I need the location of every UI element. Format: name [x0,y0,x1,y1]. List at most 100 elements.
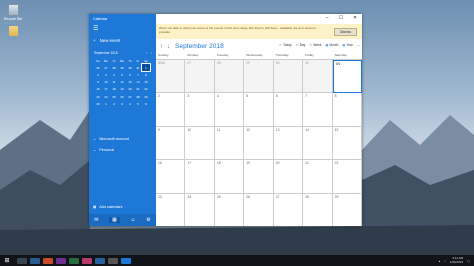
day-cell[interactable]: 21 [303,160,333,194]
desktop-icon-recycle-bin[interactable]: Recycle Bin [2,4,24,21]
day-cell[interactable]: 24 [185,193,215,226]
month-title[interactable]: September 2018 [175,43,224,50]
mini-day-cell[interactable]: 30 [126,64,134,71]
day-cell[interactable]: 6 [273,93,304,127]
mini-day-cell[interactable]: 12 [118,79,126,86]
day-cell[interactable]: 29 [332,193,362,226]
view-year[interactable]: ▦Year [342,43,352,47]
day-cell[interactable]: 15 [332,126,362,161]
day-cell[interactable]: 22 [332,160,362,194]
day-cell[interactable]: 23 [156,193,186,226]
mini-day-cell[interactable]: 3 [102,71,110,78]
desktop-icon-folder[interactable] [2,26,24,37]
app-icon[interactable] [43,257,53,264]
mini-day-cell[interactable]: 28 [110,64,118,71]
more-options-icon[interactable]: ⋯ [357,43,360,47]
dismiss-button[interactable]: Dismiss [333,28,357,37]
day-cell[interactable]: 28 [214,60,245,94]
view-week[interactable]: ▭Week [309,43,321,47]
account-microsoft[interactable]: ⌄ Microsoft account [93,136,129,142]
app-icon[interactable] [108,257,118,264]
mini-day-cell[interactable]: 8 [142,71,150,78]
mini-day-cell[interactable]: 1 [102,100,110,107]
mini-day-cell[interactable]: 27 [126,93,134,100]
close-icon[interactable]: ✕ [348,14,362,23]
mini-day-cell[interactable]: 10 [102,79,110,86]
day-cell[interactable]: 3 [185,93,215,127]
mini-day-cell[interactable]: 22 [142,86,150,93]
mini-day-cell[interactable]: 6 [142,100,150,107]
mini-day-cell[interactable]: 4 [126,100,134,107]
mini-day-cell[interactable]: 19 [118,86,126,93]
maximize-icon[interactable]: ☐ [334,14,348,23]
day-cell[interactable]: 4 [214,93,245,127]
day-cell[interactable]: 13 [273,126,304,161]
day-cell[interactable]: 9/1 [332,60,362,94]
mini-day-cell[interactable]: 4 [110,71,118,78]
day-cell[interactable]: 8/26 [156,60,186,94]
settings-icon[interactable]: ⚙ [146,217,150,223]
mini-day-cell[interactable]: 28 [134,93,142,100]
day-cell[interactable]: 9 [156,126,186,161]
add-calendars-button[interactable]: ▦ Add calendars [93,205,122,209]
people-icon[interactable]: ☺ [130,217,135,223]
mini-prev-arrow-icon[interactable]: ↑ [146,51,148,55]
mini-day-cell[interactable]: 20 [126,86,134,93]
day-cell[interactable]: 2 [156,93,186,127]
search-icon[interactable] [17,257,27,264]
mini-day-cell[interactable]: 2 [110,100,118,107]
mini-day-cell[interactable]: 26 [118,93,126,100]
day-cell[interactable]: 5 [244,93,274,127]
mini-day-cell[interactable]: 14 [134,79,142,86]
day-cell[interactable]: 7 [303,93,333,127]
day-cell[interactable]: 11 [214,126,245,161]
view-month[interactable]: ▦Month [325,43,338,47]
hamburger-menu-icon[interactable]: ☰ [93,26,98,32]
mail-icon[interactable]: ✉ [94,217,98,223]
day-cell[interactable]: 31 [303,60,333,94]
mini-day-cell[interactable]: 27 [102,64,110,71]
mini-day-cell[interactable]: 31 [134,64,142,71]
account-personal[interactable]: ⌄ Personal [93,147,114,153]
day-cell[interactable]: 16 [156,160,186,194]
app-icon[interactable] [56,257,66,264]
mini-next-arrow-icon[interactable]: ↓ [150,51,152,55]
mini-day-cell[interactable]: 26 [94,64,102,71]
mini-day-cell[interactable]: 17 [102,86,110,93]
mini-day-cell[interactable]: 24 [102,93,110,100]
day-cell[interactable]: 27 [185,60,215,94]
day-cell[interactable]: 19 [244,160,274,194]
day-cell[interactable]: 27 [273,193,304,226]
day-cell[interactable]: 14 [303,126,333,161]
mini-day-cell[interactable]: 5 [134,100,142,107]
mini-day-cell[interactable]: 5 [118,71,126,78]
volume-icon[interactable]: ♪ [444,259,446,263]
day-cell[interactable]: 26 [244,193,274,226]
day-cell[interactable]: 20 [273,160,304,194]
mini-day-cell[interactable]: 13 [126,79,134,86]
day-cell[interactable]: 30 [273,60,304,94]
mini-day-cell[interactable]: 11 [110,79,118,86]
next-arrow-icon[interactable]: ↓ [167,44,170,50]
day-cell[interactable]: 28 [303,193,333,226]
view-today[interactable]: ▭Today [279,43,292,47]
view-day[interactable]: ▭Day [296,43,306,47]
app-icon[interactable] [95,257,105,264]
mini-day-cell[interactable]: 30 [94,100,102,107]
previous-arrow-icon[interactable]: ↑ [160,44,163,50]
mini-day-cell[interactable]: 21 [134,86,142,93]
mini-day-cell[interactable]: 7 [134,71,142,78]
mini-day-cell[interactable]: 15 [142,79,150,86]
notifications-icon[interactable]: ▢ [467,259,470,263]
app-icon[interactable] [69,257,79,264]
mini-day-cell[interactable]: 23 [94,93,102,100]
day-cell[interactable]: 25 [214,193,245,226]
day-cell[interactable]: 17 [185,160,215,194]
mini-day-cell[interactable]: 16 [94,86,102,93]
mini-day-cell[interactable]: 25 [110,93,118,100]
app-icon[interactable] [82,257,92,264]
network-icon[interactable]: ▴ [439,259,441,263]
mini-day-cell[interactable]: 1 [141,63,151,73]
calendar-taskbar-icon[interactable] [121,257,131,264]
mini-day-cell[interactable]: 18 [110,86,118,93]
